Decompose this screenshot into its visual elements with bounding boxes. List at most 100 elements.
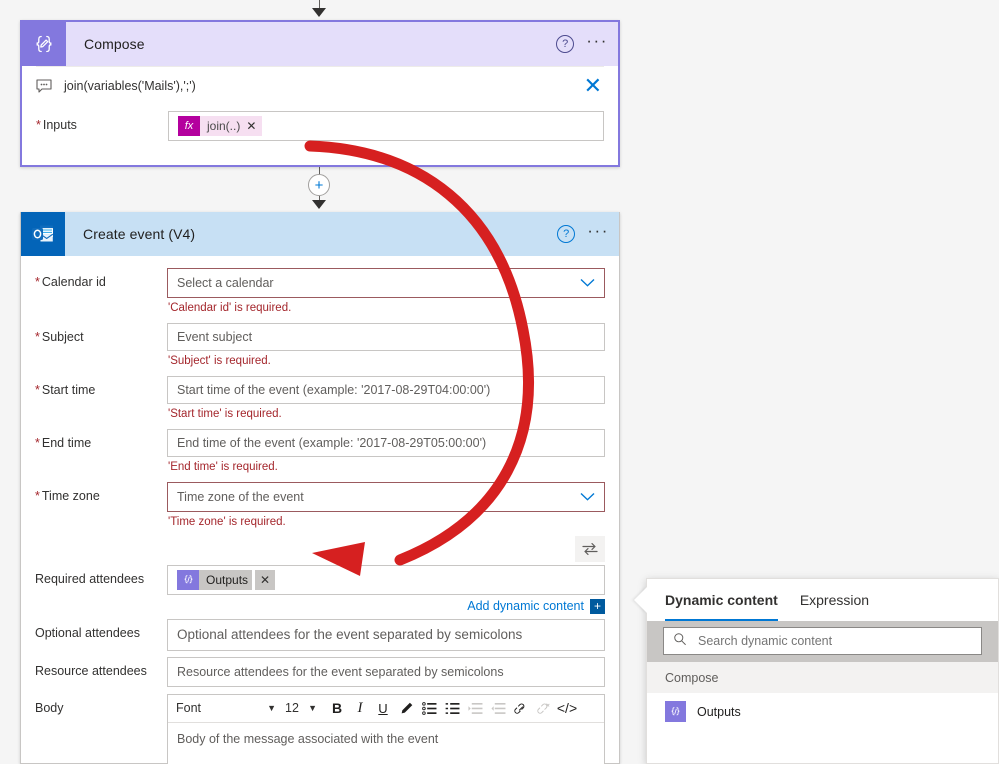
close-icon[interactable]: ✕ [584,75,602,97]
indent-icon[interactable] [464,697,486,719]
more-options-icon[interactable]: ··· [586,32,608,52]
subject-placeholder: Event subject [177,329,253,344]
compose-card-title: Compose [84,36,145,52]
chevron-down-icon[interactable] [580,489,595,504]
italic-button[interactable]: I [349,697,371,719]
calendar-id-placeholder: Select a calendar [177,276,274,290]
field-row-required-attendees: Required attendees Outputs ✕ Add dynamic… [21,564,619,614]
font-size-dropdown[interactable]: 12 ▼ [281,696,321,720]
start-time-placeholder: Start time of the event (example: '2017-… [177,382,491,397]
dynamic-content-panel[interactable]: Dynamic content Expression Compose [634,578,999,764]
tab-expression[interactable]: Expression [800,579,869,621]
create-event-action-card[interactable]: Create event (V4) ? ··· * Calendar id Sel… [20,212,620,764]
compose-braces-icon [177,569,199,590]
start-time-label: * Start time [35,382,96,397]
add-dynamic-content-link[interactable]: Add dynamic content [467,599,584,613]
field-row-calendar-id: * Calendar id Select a calendar 'Calendar… [21,268,619,316]
outlook-icon [21,212,65,256]
compose-card-header[interactable]: Compose ? ··· [22,22,618,66]
field-row-optional-attendees: Optional attendees Optional attendees fo… [21,618,619,651]
search-box[interactable] [663,627,982,655]
calendar-id-dropdown[interactable]: Select a calendar [167,268,605,298]
expression-token-chip[interactable]: fx join(..) ✕ [178,116,263,136]
dynamic-content-item-label: Outputs [697,704,741,719]
search-input[interactable] [696,633,972,649]
outdent-icon[interactable] [487,697,509,719]
body-rich-text-editor[interactable]: Font ▼ 12 ▼ B I U </> Body of the messag… [167,693,605,764]
start-time-input[interactable]: Start time of the event (example: '2017-… [167,375,605,404]
swap-row [21,535,619,562]
compose-inputs-row: * Inputs fx join(..) ✕ [22,111,618,141]
chevron-down-icon[interactable] [580,276,595,291]
required-attendees-input[interactable]: Outputs ✕ [167,564,605,595]
body-placeholder[interactable]: Body of the message associated with the … [168,723,604,764]
field-row-time-zone: * Time zone Time zone of the event 'Time … [21,481,619,530]
field-row-end-time: * End time End time of the event (example… [21,428,619,475]
search-icon [673,632,687,651]
create-event-card-actions: ? ··· [557,212,609,256]
calendar-id-label: * Calendar id [35,275,106,289]
compose-braces-icon [22,22,66,66]
field-row-body: Body Font ▼ 12 ▼ B I U </> Body of the m… [21,693,619,764]
connector-arrow-middle [312,200,326,209]
help-icon[interactable]: ? [556,35,575,53]
dynamic-content-tabs: Dynamic content Expression [647,579,998,621]
token-label: join(..) [207,119,241,133]
code-icon[interactable]: </> [556,697,578,719]
outputs-token-chip[interactable]: Outputs ✕ [177,569,276,590]
add-dynamic-content-plus-button[interactable]: + [590,598,605,614]
required-attendees-label: Required attendees [35,571,145,586]
numbered-list-icon[interactable] [441,697,463,719]
compose-inputs-field[interactable]: fx join(..) ✕ [168,111,604,141]
font-size-value: 12 [285,701,299,716]
create-event-card-title: Create event (V4) [83,226,196,242]
end-time-error: 'End time' is required. [168,460,278,473]
underline-button[interactable]: U [372,697,394,719]
create-event-card-header[interactable]: Create event (V4) ? ··· [21,212,619,256]
font-family-dropdown[interactable]: Font ▼ [172,696,280,720]
panel-pointer [634,587,647,613]
highlight-pen-icon[interactable] [395,697,417,719]
tab-dynamic-content[interactable]: Dynamic content [665,579,778,621]
end-time-placeholder: End time of the event (example: '2017-08… [177,435,487,450]
resource-attendees-input[interactable]: Resource attendees for the event separat… [167,656,605,687]
more-options-icon[interactable]: ··· [587,222,609,242]
time-zone-dropdown[interactable]: Time zone of the event [167,481,605,512]
chevron-down-icon: ▼ [267,703,276,714]
unlink-icon[interactable] [533,697,555,719]
fx-icon: fx [178,116,200,136]
bold-button[interactable]: B [326,697,348,719]
time-zone-label: * Time zone [35,488,100,503]
help-icon[interactable]: ? [557,225,576,243]
connector-arrow-top [312,8,326,17]
token-label: Outputs [206,572,249,587]
start-time-error: 'Start time' is required. [168,407,282,420]
comment-icon [36,79,54,93]
remove-token-icon[interactable]: ✕ [255,569,276,590]
dynamic-content-group-header: Compose [647,662,998,693]
calendar-id-error: 'Calendar id' is required. [168,302,292,314]
bulleted-list-icon[interactable] [418,697,440,719]
remove-token-icon[interactable]: ✕ [246,119,258,133]
time-zone-placeholder: Time zone of the event [177,489,304,504]
compose-action-card[interactable]: Compose ? ··· join(variables('Mails'),';… [20,20,620,167]
resource-attendees-placeholder: Resource attendees for the event separat… [177,664,504,679]
compose-expression-text: join(variables('Mails'),';') [64,79,196,93]
link-icon[interactable] [510,697,532,719]
swap-arrows-icon[interactable] [575,535,605,562]
body-label: Body [35,700,64,715]
subject-label: * Subject [35,329,84,344]
subject-input[interactable]: Event subject [167,322,605,351]
resource-attendees-label: Resource attendees [35,663,147,678]
optional-attendees-input[interactable]: Optional attendees for the event separat… [167,618,605,651]
end-time-label: * End time [35,435,92,450]
compose-card-actions: ? ··· [556,22,608,66]
dynamic-content-item-outputs[interactable]: Outputs [647,693,998,730]
font-family-value: Font [176,701,202,716]
time-zone-error: 'Time zone' is required. [168,515,286,528]
end-time-input[interactable]: End time of the event (example: '2017-08… [167,428,605,457]
insert-step-button[interactable]: + [308,174,330,196]
field-row-resource-attendees: Resource attendees Resource attendees fo… [21,656,619,687]
field-row-subject: * Subject Event subject 'Subject' is requ… [21,322,619,369]
compose-braces-icon [665,701,686,722]
